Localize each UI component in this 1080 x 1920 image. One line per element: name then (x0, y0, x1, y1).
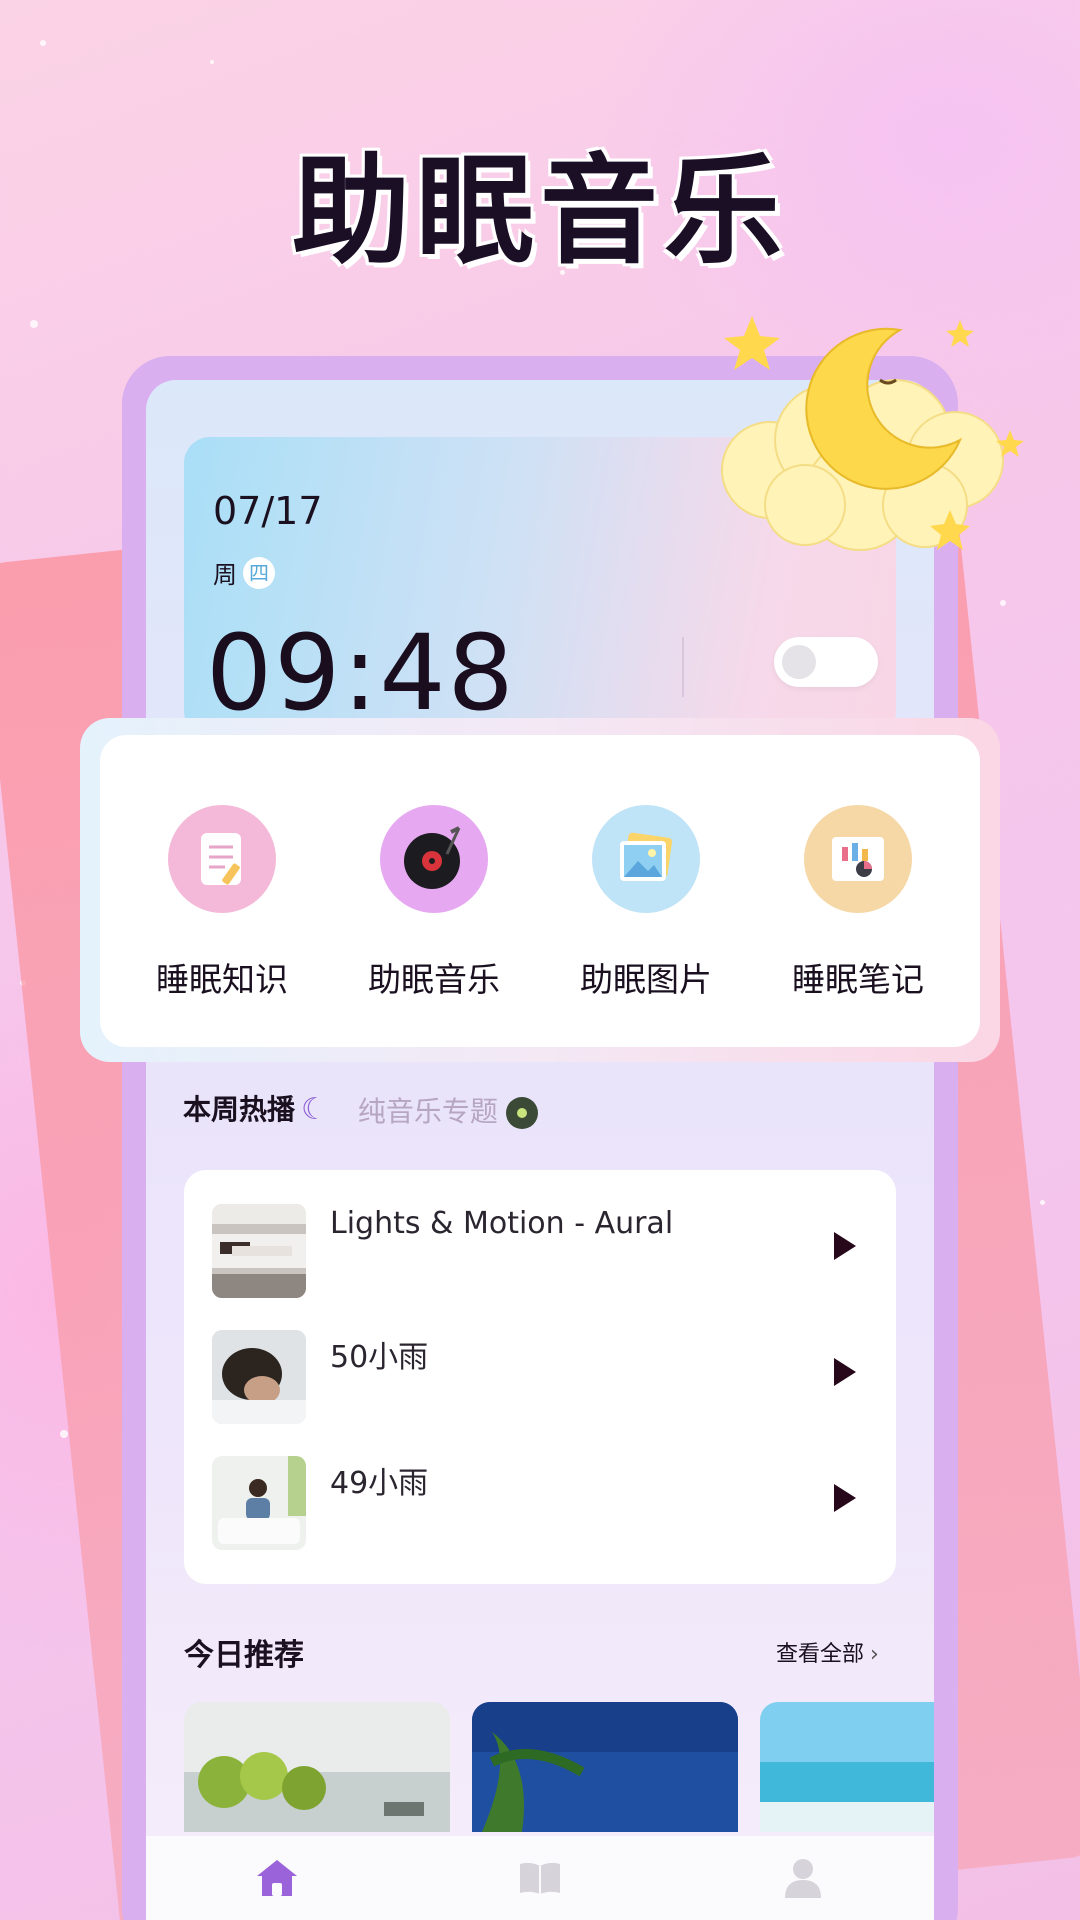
list-item[interactable]: Lights & Motion - Aural (212, 1204, 872, 1300)
disc-icon (505, 1097, 538, 1129)
menu-sleep-knowledge[interactable]: 睡眠知识 (127, 735, 317, 1047)
list-item[interactable]: 49小雨 (212, 1456, 872, 1552)
weekday-prefix: 周 (213, 561, 237, 589)
book-icon (519, 1862, 560, 1894)
song-thumbnail (212, 1330, 306, 1424)
promo-headline: 助眠音乐 (291, 142, 788, 280)
moon-cloud-icon (721, 316, 1024, 551)
vinyl-record-icon (380, 805, 488, 913)
tab-label: 纯音乐专题 (357, 1095, 498, 1128)
nav-home[interactable] (247, 1848, 307, 1908)
app-screen: 07/17 周 四 09:48 (146, 380, 934, 1920)
home-icon (257, 1860, 298, 1896)
feature-menu: 睡眠知识 助眠音乐 助眠图片 睡眠笔记 (100, 735, 980, 1047)
nav-book[interactable] (510, 1848, 570, 1908)
chevron-right-icon: › (870, 1642, 879, 1667)
recommend-card-lake[interactable] (184, 1702, 450, 1832)
notepad-icon (168, 805, 276, 913)
see-all-label: 查看全部 (776, 1642, 865, 1667)
song-title: 50小雨 (330, 1340, 429, 1375)
time-display: 09:48 (206, 612, 516, 734)
menu-label: 助眠图片 (580, 960, 712, 999)
tab-pure-music[interactable]: 纯音乐专题 (358, 1090, 538, 1130)
play-icon[interactable] (834, 1484, 856, 1512)
toggle-knob (782, 645, 816, 679)
menu-label: 睡眠知识 (156, 960, 288, 999)
menu-sleep-music[interactable]: 助眠音乐 (339, 735, 529, 1047)
menu-label: 睡眠笔记 (792, 960, 924, 999)
recommend-card-palm[interactable] (472, 1702, 738, 1832)
song-thumbnail (212, 1456, 306, 1550)
menu-label: 助眠音乐 (368, 960, 500, 999)
song-title: Lights & Motion - Aural (330, 1206, 674, 1241)
weekday: 周 四 (213, 555, 275, 590)
nav-profile[interactable] (773, 1848, 833, 1908)
recommend-title: 今日推荐 (184, 1638, 304, 1673)
bottom-nav (146, 1836, 934, 1920)
song-list: Lights & Motion - Aural 50小雨 49小雨 (184, 1170, 896, 1584)
chart-notebook-icon (804, 805, 912, 913)
divider (682, 637, 684, 697)
menu-sleep-pictures[interactable]: 助眠图片 (551, 735, 741, 1047)
user-icon (784, 1859, 821, 1898)
picture-icon (592, 805, 700, 913)
music-tabs: 本周热播 ☾ 纯音乐专题 (183, 1088, 538, 1134)
moon-icon: ☾ (301, 1092, 328, 1127)
date-text: 07/17 (213, 489, 323, 533)
play-icon[interactable] (834, 1232, 856, 1260)
see-all-link[interactable]: 查看全部 › (776, 1636, 879, 1668)
alarm-toggle[interactable] (774, 637, 878, 687)
song-title: 49小雨 (330, 1466, 429, 1501)
play-icon[interactable] (834, 1358, 856, 1386)
song-thumbnail (212, 1204, 306, 1298)
menu-sleep-notes[interactable]: 睡眠笔记 (763, 735, 953, 1047)
tab-weekly-hot[interactable]: 本周热播 ☾ (183, 1088, 368, 1134)
recommend-card-sea[interactable] (760, 1702, 934, 1832)
tab-label: 本周热播 (183, 1093, 296, 1126)
weekday-badge: 四 (243, 556, 275, 589)
list-item[interactable]: 50小雨 (212, 1330, 872, 1426)
